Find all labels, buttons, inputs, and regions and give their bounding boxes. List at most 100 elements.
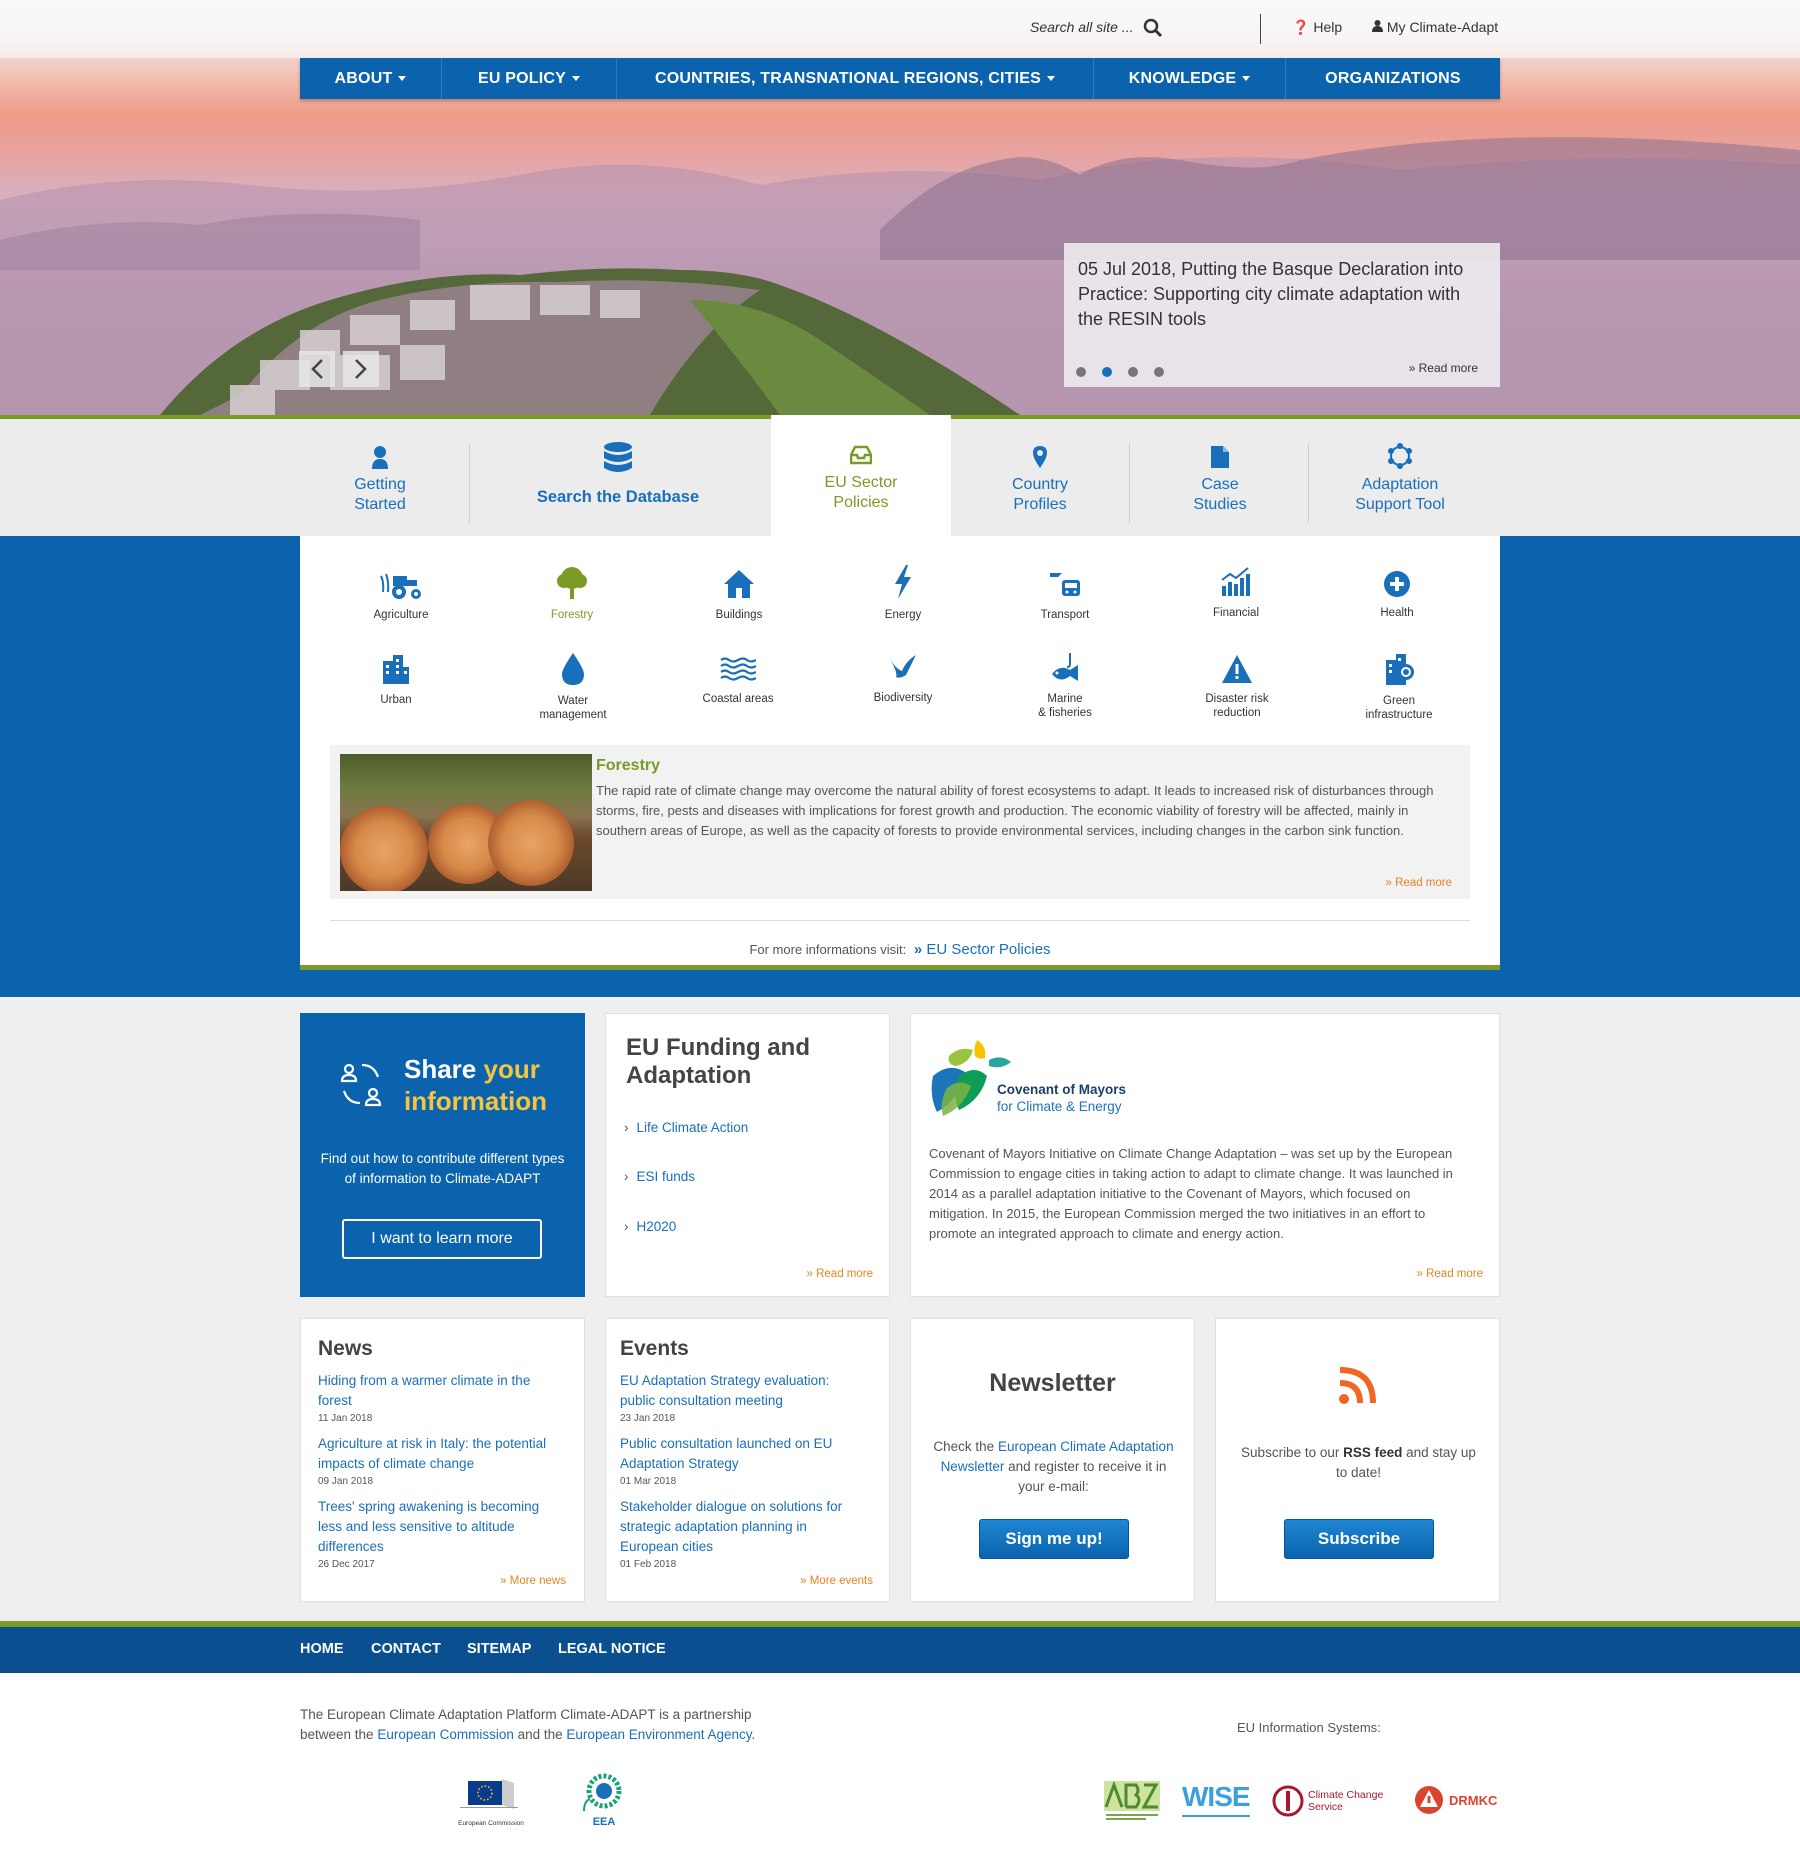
health-icon	[1384, 571, 1410, 597]
sign-me-up-button[interactable]: Sign me up!	[979, 1519, 1129, 1559]
nav-eu-policy[interactable]: EU POLICY	[442, 58, 617, 99]
cycle-icon	[1388, 443, 1412, 469]
transport-icon	[1050, 573, 1080, 596]
my-account-link[interactable]: My Climate-Adapt	[1372, 19, 1498, 35]
sector-band: Agriculture Forestry Buildings Energy Tr…	[0, 536, 1800, 997]
tab-search-database[interactable]: Search the Database	[520, 419, 716, 540]
news-item-date: 26 Dec 2017	[318, 1559, 375, 1570]
subscribe-button[interactable]: Subscribe	[1284, 1519, 1434, 1559]
sector-water-management[interactable]: Water management	[508, 652, 638, 722]
footer-link-legal[interactable]: LEGAL NOTICE	[558, 1641, 666, 1657]
footer-text: The European Climate Adaptation Platform…	[300, 1705, 780, 1745]
sector-disaster-risk[interactable]: Disaster risk reduction	[1172, 654, 1302, 720]
slider-dot-active[interactable]	[1102, 367, 1112, 377]
sector-health[interactable]: Health	[1332, 570, 1462, 620]
slide-read-more[interactable]: » Read more	[1409, 361, 1478, 375]
nav-knowledge[interactable]: KNOWLEDGE	[1094, 58, 1286, 99]
slider-next-button[interactable]	[343, 351, 379, 387]
eea-link[interactable]: European Environment Agency	[566, 1727, 751, 1742]
footer-link-contact[interactable]: CONTACT	[371, 1641, 441, 1657]
funding-link-h2020[interactable]: H2020	[624, 1219, 677, 1234]
covenant-logo-line1: Covenant of Mayors	[997, 1082, 1127, 1097]
nav-organizations[interactable]: ORGANIZATIONS	[1286, 58, 1500, 99]
search-input[interactable]: Search all site ...	[1030, 19, 1134, 35]
news-item-date: 11 Jan 2018	[318, 1413, 373, 1424]
share-text: Find out how to contribute different typ…	[320, 1151, 565, 1186]
feature-title: Forestry	[596, 757, 661, 774]
news-item[interactable]: Hiding from a warmer climate in the fore…	[318, 1371, 563, 1424]
slider-prev-button[interactable]	[299, 351, 335, 387]
event-item-title: Public consultation launched on EU Adapt…	[620, 1436, 833, 1471]
drmkc-logo[interactable]: DRMKC	[1414, 1783, 1500, 1819]
slider-dot[interactable]	[1128, 367, 1138, 377]
more-news-link[interactable]: » More news	[500, 1575, 566, 1587]
tab-case-studies[interactable]: Case Studies	[1170, 419, 1270, 540]
european-commission-link[interactable]: European Commission	[377, 1727, 514, 1742]
footer-text-part: .	[751, 1727, 756, 1742]
inbox-icon	[850, 445, 872, 465]
news-item[interactable]: Trees' spring awakening is becoming less…	[318, 1497, 563, 1570]
bise-logo[interactable]	[1104, 1781, 1160, 1823]
tab-country-profiles[interactable]: Country Profiles	[990, 419, 1090, 540]
event-item[interactable]: EU Adaptation Strategy evaluation: publi…	[620, 1371, 865, 1424]
event-item[interactable]: Public consultation launched on EU Adapt…	[620, 1434, 865, 1487]
news-card: News Hiding from a warmer climate in the…	[300, 1318, 585, 1602]
ccs-logo-text: Climate Change Service	[1308, 1789, 1383, 1813]
tab-label: Search the Database	[536, 488, 700, 506]
chevron-right-icon	[355, 359, 367, 379]
events-card: Events EU Adaptation Strategy evaluation…	[605, 1318, 890, 1602]
european-commission-logo[interactable]: European Commission	[458, 1777, 524, 1827]
eea-logo-text: EEA	[592, 1816, 616, 1828]
funding-read-more[interactable]: » Read more	[807, 1268, 873, 1280]
sector-label: Green	[1383, 695, 1415, 707]
event-item[interactable]: Stakeholder dialogue on solutions for st…	[620, 1497, 865, 1570]
footer-link-sitemap[interactable]: SITEMAP	[467, 1641, 531, 1657]
eea-logo[interactable]: EEA	[580, 1771, 628, 1831]
sector-biodiversity[interactable]: Biodiversity	[838, 653, 968, 705]
log-shape	[340, 806, 428, 891]
slide-title[interactable]: 05 Jul 2018, Putting the Basque Declarat…	[1078, 257, 1486, 332]
log-shape	[488, 800, 574, 886]
learn-more-button[interactable]: I want to learn more	[342, 1219, 542, 1259]
nav-about[interactable]: ABOUT	[300, 58, 442, 99]
climate-change-service-logo[interactable]: Climate Change Service	[1272, 1783, 1392, 1819]
funding-link-life[interactable]: Life Climate Action	[624, 1120, 749, 1135]
news-item-title: Trees' spring awakening is becoming less…	[318, 1499, 540, 1554]
chart-icon	[1221, 567, 1250, 596]
tab-adaptation-support-tool[interactable]: Adaptation Support Tool	[1338, 419, 1462, 540]
more-label: More events	[809, 1575, 873, 1587]
event-item-date: 01 Feb 2018	[620, 1559, 677, 1570]
search-icon[interactable]	[1143, 18, 1163, 38]
rss-icon[interactable]	[1338, 1365, 1378, 1405]
sector-energy[interactable]: Energy	[838, 564, 968, 622]
sector-marine-fisheries[interactable]: Marine & fisheries	[1000, 652, 1130, 720]
wise-logo[interactable]: WISE	[1182, 1781, 1251, 1817]
covenant-read-more[interactable]: » Read more	[1417, 1268, 1483, 1280]
tab-getting-started[interactable]: Getting Started	[330, 419, 430, 540]
slider-dot[interactable]	[1154, 367, 1164, 377]
help-link[interactable]: ❓ Help	[1292, 19, 1342, 36]
feature-read-more[interactable]: » Read more	[1386, 877, 1452, 889]
sector-agriculture[interactable]: Agriculture	[336, 570, 466, 622]
nav-countries[interactable]: COUNTRIES, TRANSNATIONAL REGIONS, CITIES	[617, 58, 1094, 99]
footer-link-home[interactable]: HOME	[300, 1641, 344, 1657]
sector-label: Biodiversity	[873, 692, 933, 704]
sector-forestry[interactable]: Forestry	[507, 566, 637, 622]
sector-label: Marine	[1047, 693, 1083, 705]
sector-transport[interactable]: Transport	[1000, 570, 1130, 622]
news-item[interactable]: Agriculture at risk in Italy: the potent…	[318, 1434, 563, 1487]
eu-sector-policies-link[interactable]: » EU Sector Policies	[914, 941, 1051, 958]
sector-financial[interactable]: Financial	[1171, 566, 1301, 620]
newsletter-text-part: and register to receive it in your e-mai…	[1004, 1459, 1167, 1494]
divider	[330, 920, 1470, 921]
more-events-link[interactable]: » More events	[800, 1575, 873, 1587]
slider-dot[interactable]	[1076, 367, 1086, 377]
newsletter-text: Check the European Climate Adaptation Ne…	[931, 1437, 1176, 1497]
tab-label: Support Tool	[1355, 496, 1445, 513]
funding-link-esi[interactable]: ESI funds	[624, 1169, 696, 1184]
sector-buildings[interactable]: Buildings	[674, 568, 804, 622]
sector-urban[interactable]: Urban	[331, 653, 461, 707]
tab-eu-sector-policies[interactable]: EU Sector Policies	[771, 415, 951, 540]
sector-coastal-areas[interactable]: Coastal areas	[673, 656, 803, 706]
sector-green-infrastructure[interactable]: Green infrastructure	[1334, 652, 1464, 722]
